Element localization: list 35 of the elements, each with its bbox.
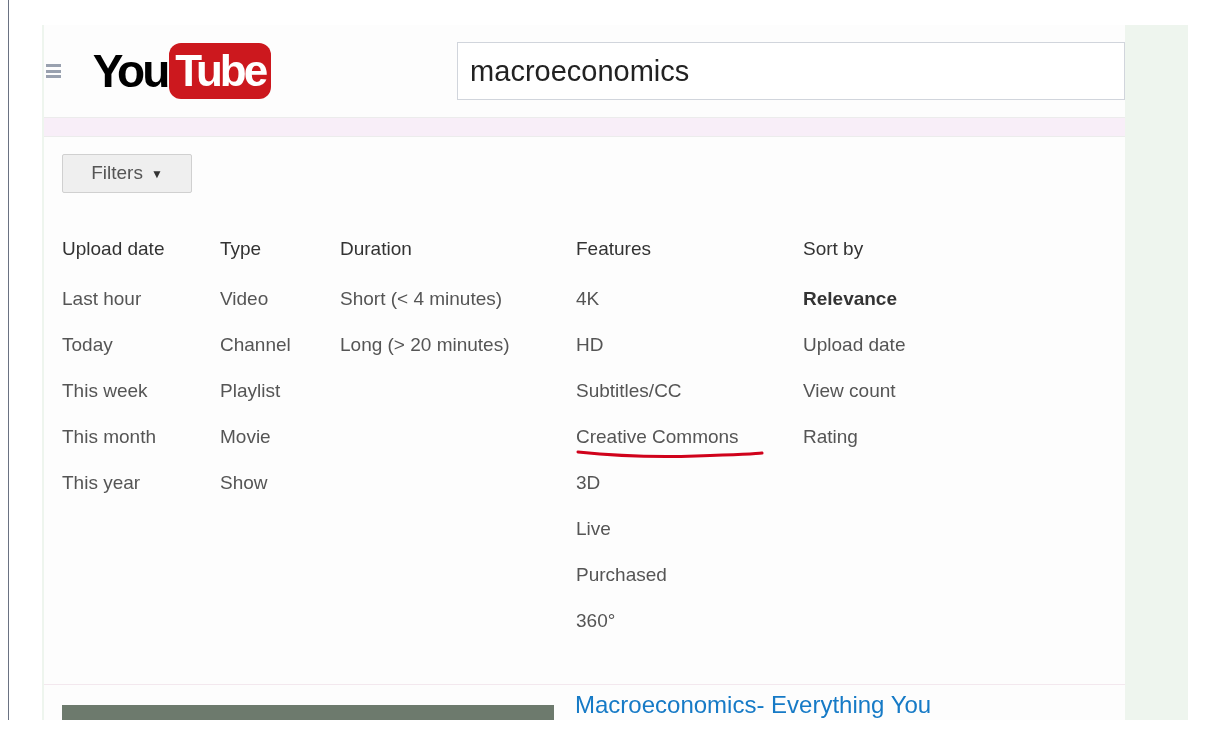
filter-option[interactable]: 360°	[576, 609, 616, 633]
logo-badge[interactable]: Tube	[169, 43, 272, 99]
search-field[interactable]: macroeconomics	[457, 42, 1125, 100]
filter-option[interactable]: Short (< 4 minutes)	[340, 287, 503, 311]
filter-heading: Duration	[340, 237, 412, 261]
filter-heading: Type	[220, 237, 262, 261]
filter-option[interactable]: Today	[62, 333, 113, 357]
filter-option[interactable]: Upload date	[803, 333, 906, 357]
filter-option[interactable]: Live	[576, 517, 611, 541]
filter-option[interactable]: Show	[220, 471, 268, 495]
filter-option[interactable]: Channel	[220, 333, 291, 357]
filter-option[interactable]: Playlist	[220, 379, 281, 403]
logo-text[interactable]: You	[92, 48, 168, 94]
filter-option[interactable]: This week	[62, 379, 148, 403]
filter-option[interactable]: HD	[576, 333, 604, 357]
filter-heading: Upload date	[62, 237, 165, 261]
filter-option[interactable]: This month	[62, 425, 156, 449]
filter-heading: Sort by	[803, 237, 864, 261]
filter-option[interactable]: 4K	[576, 287, 600, 311]
filter-option[interactable]: Rating	[803, 425, 858, 449]
filter-option[interactable]: Subtitles/CC	[576, 379, 682, 403]
video-title-link[interactable]: Macroeconomics- Everything You	[575, 693, 932, 720]
filter-option[interactable]: Creative Commons	[576, 425, 739, 449]
filter-option[interactable]: This year	[62, 471, 141, 495]
filter-option[interactable]: Long (> 20 minutes)	[340, 333, 510, 357]
filter-option[interactable]: Last hour	[62, 287, 142, 311]
filter-option[interactable]: Video	[220, 287, 269, 311]
filter-option[interactable]: Purchased	[576, 563, 667, 587]
filter-option[interactable]: Movie	[220, 425, 271, 449]
filter-option[interactable]: 3D	[576, 471, 601, 495]
filter-heading: Features	[576, 237, 651, 261]
menu-icon[interactable]	[46, 64, 61, 78]
filter-option[interactable]: Relevance	[803, 287, 897, 311]
filters-button[interactable]: Filters ▼	[62, 154, 192, 193]
filter-option[interactable]: View count	[803, 379, 896, 403]
